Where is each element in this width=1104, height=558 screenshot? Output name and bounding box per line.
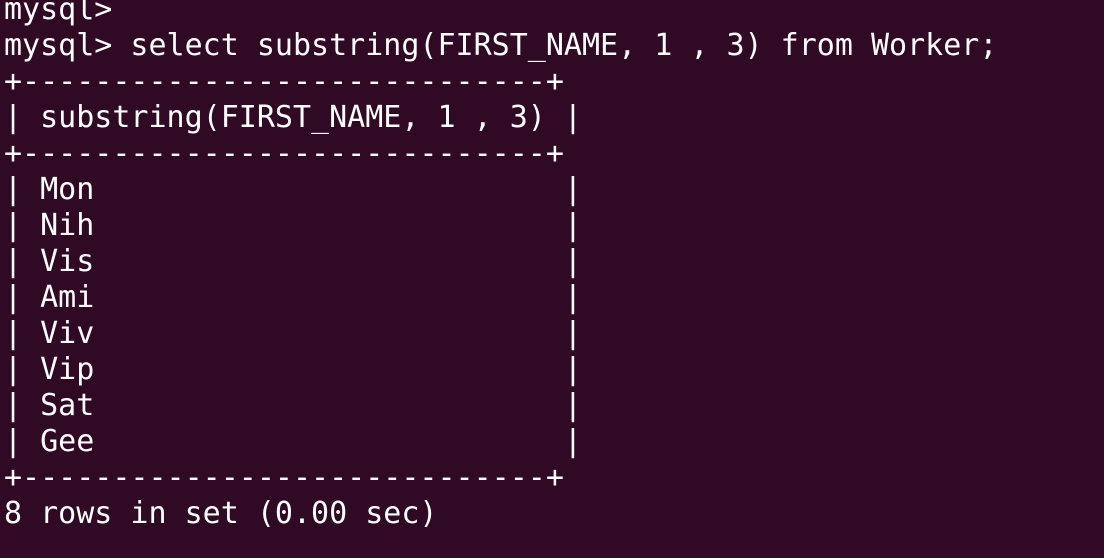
table-row: | Vip |	[4, 352, 582, 387]
table-row: | Viv |	[4, 316, 582, 351]
table-row: | Mon |	[4, 172, 582, 207]
table-border-bottom: +-----------------------------+	[4, 460, 564, 495]
table-border-mid: +-----------------------------+	[4, 136, 564, 171]
table-header-row: | substring(FIRST_NAME, 1 , 3) |	[4, 100, 582, 135]
table-row: | Ami |	[4, 280, 582, 315]
table-row: | Sat |	[4, 388, 582, 423]
command-line: mysql> select substring(FIRST_NAME, 1 , …	[4, 28, 998, 63]
result-summary: 8 rows in set (0.00 sec)	[4, 496, 438, 531]
prompt-line: mysql>	[4, 0, 113, 27]
terminal-window[interactable]: mysql> mysql> select substring(FIRST_NAM…	[0, 0, 1104, 550]
table-row: | Vis |	[4, 244, 582, 279]
table-row: | Nih |	[4, 208, 582, 243]
table-border-top: +-----------------------------+	[4, 64, 564, 99]
table-row: | Gee |	[4, 424, 582, 459]
